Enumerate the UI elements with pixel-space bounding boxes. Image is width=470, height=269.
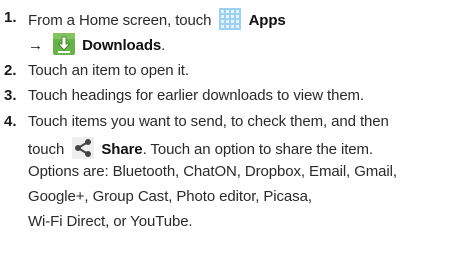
downloads-icon [52, 33, 75, 60]
step-3-number: 3. [4, 87, 17, 104]
downloads-label: Downloads [82, 37, 162, 54]
share-label: Share [101, 141, 143, 158]
step-1-line-1: From a Home screen, touch Apps [28, 8, 286, 35]
step-2-text: Touch an item to open it. [28, 62, 189, 79]
step-1-line-2: → Downloads. [28, 33, 165, 60]
step-4-line-3: Options are: Bluetooth, ChatON, Dropbox,… [28, 163, 397, 180]
step-4-share-suffix: . Touch an option to share the item. [142, 141, 374, 158]
downloads-suffix: . [161, 37, 166, 54]
step-4-number: 4. [4, 113, 17, 130]
instruction-steps: 1. From a Home screen, touch Apps → Down… [0, 0, 470, 269]
apps-label: Apps [248, 12, 286, 29]
step-1-number: 1. [4, 9, 17, 26]
arrow-icon: → [28, 37, 43, 54]
apps-grid-icon [219, 8, 242, 35]
step-4-line-1: Touch items you want to send, to check t… [28, 113, 389, 130]
step-4-touch-text: touch [28, 141, 65, 158]
step-1-text: From a Home screen, touch [28, 12, 212, 29]
step-4-line-4: Google+, Group Cast, Photo editor, Picas… [28, 188, 312, 205]
step-4-line-2: touch Share. Touch an option to share th… [28, 137, 373, 164]
step-2-number: 2. [4, 62, 17, 79]
share-icon [72, 137, 95, 164]
step-4-line-5: Wi-Fi Direct, or YouTube. [28, 213, 193, 230]
step-3-text: Touch headings for earlier downloads to … [28, 87, 365, 104]
